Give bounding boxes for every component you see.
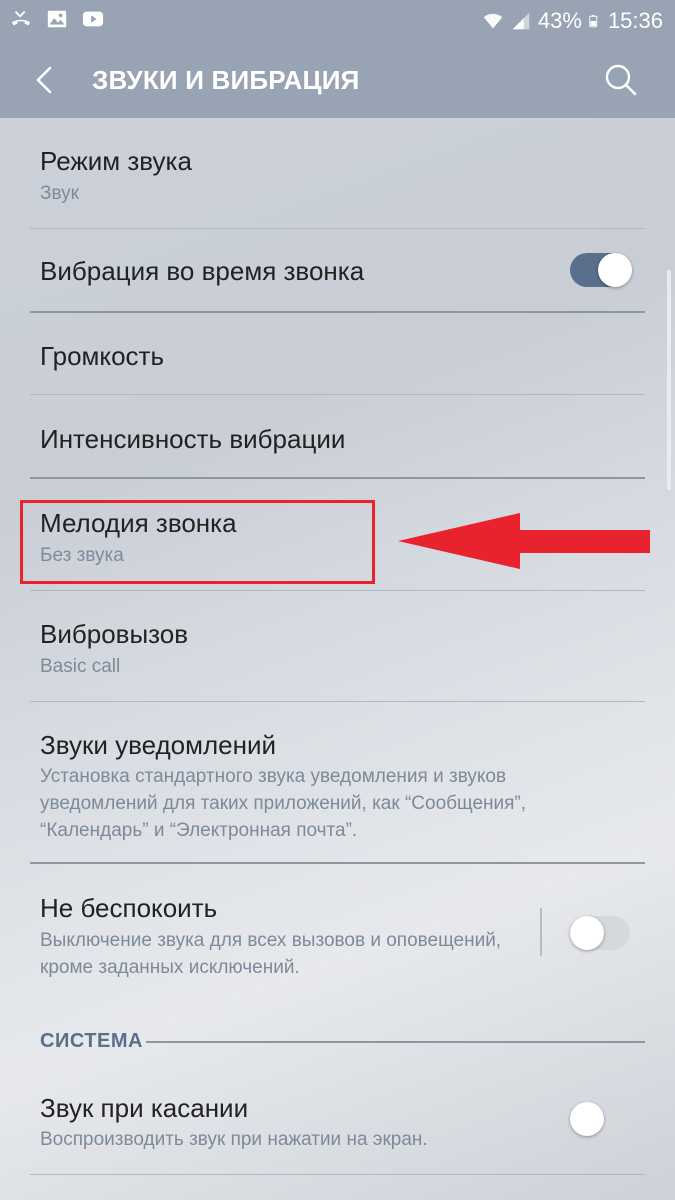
setting-title: Интенсивность вибрации (40, 424, 346, 454)
setting-vibrate-while-ringing[interactable]: Вибрация во время звонка (0, 229, 675, 311)
setting-title: Вибровызов (40, 619, 189, 649)
scroll-indicator (667, 270, 671, 490)
search-icon[interactable] (603, 62, 639, 98)
page-title: ЗВУКИ И ВИБРАЦИЯ (92, 65, 360, 95)
setting-subtitle: Выключение звука для всех вызовов и опов… (40, 930, 502, 978)
setting-title: Звук при касании (40, 1093, 249, 1123)
back-button[interactable] (28, 62, 64, 98)
youtube-icon (82, 11, 104, 27)
vertical-separator (540, 908, 542, 956)
setting-title: Не беспокоить (40, 893, 218, 923)
wifi-icon (483, 13, 503, 29)
setting-title: Громкость (40, 341, 164, 371)
setting-subtitle: Установка стандартного звука уведомления… (40, 766, 527, 841)
app-header: ЗВУКИ И ВИБРАЦИЯ (0, 42, 675, 118)
switch-knob (570, 916, 604, 950)
battery-icon (589, 15, 598, 28)
section-divider (146, 1041, 645, 1043)
setting-subtitle: Звук (40, 183, 79, 204)
status-bar: 43% 15:36 (0, 0, 675, 42)
setting-volume[interactable]: Громкость (0, 312, 675, 394)
signal-icon (512, 12, 530, 30)
setting-touch-sounds[interactable]: Звук при касании Воспроизводить звук при… (0, 1065, 675, 1175)
setting-vibration-pattern[interactable]: Вибровызов Basic call (0, 591, 675, 701)
annotation-highlight-box (20, 500, 375, 584)
switch-knob (598, 253, 632, 287)
vibrate-while-ringing-switch[interactable] (570, 253, 632, 287)
setting-title: Вибрация во время звонка (40, 256, 365, 286)
do-not-disturb-switch[interactable] (570, 916, 630, 950)
touch-sounds-switch[interactable] (570, 1102, 630, 1136)
setting-subtitle: Воспроизводить звук при нажатии на экран… (40, 1129, 428, 1150)
setting-vibration-intensity[interactable]: Интенсивность вибрации (0, 395, 675, 477)
section-header-system: СИСТЕМА (40, 1030, 143, 1052)
setting-sound-mode[interactable]: Режим звука Звук (0, 118, 675, 228)
setting-title: Режим звука (40, 146, 192, 176)
switch-knob (570, 1102, 604, 1136)
setting-title: Звуки уведомлений (40, 730, 277, 760)
setting-notification-sounds[interactable]: Звуки уведомлений Установка стандартного… (0, 702, 675, 862)
setting-subtitle: Basic call (40, 656, 121, 677)
battery-percent: 43% (537, 8, 582, 33)
divider (30, 1174, 645, 1175)
status-system: 43% 15:36 (482, 6, 663, 36)
clock: 15:36 (607, 8, 663, 33)
missed-call-icon (11, 11, 31, 26)
status-notifications (10, 8, 104, 30)
annotation-arrow-icon (398, 513, 650, 569)
image-icon (47, 10, 67, 28)
